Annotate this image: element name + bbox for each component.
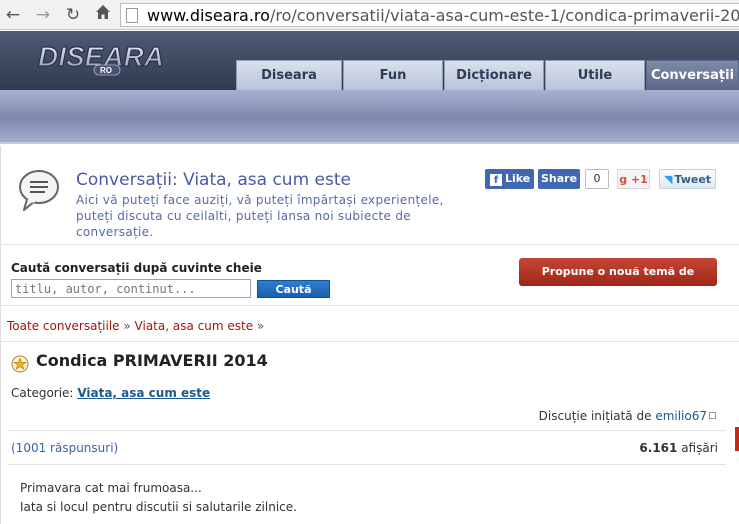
views-label: afișări — [681, 441, 718, 455]
topic-title: Condica PRIMAVERII 2014 — [36, 351, 268, 370]
breadcrumb-separator: » — [123, 319, 131, 333]
breadcrumb-separator: » — [256, 319, 265, 333]
started-label: Discuție inițiată de — [538, 409, 652, 423]
tweet-button[interactable]: ◥ Tweet — [659, 169, 716, 189]
facebook-icon: f — [490, 174, 502, 186]
category-link[interactable]: Viata, asa cum este — [77, 386, 210, 400]
replies-count[interactable]: (1001 răspunsuri) — [11, 441, 118, 455]
page-title: Conversații: Viata, asa cum este — [76, 170, 351, 190]
nav-tab-dictionare[interactable]: Dicționare — [444, 60, 544, 90]
divider — [0, 341, 739, 342]
address-bar[interactable]: www.diseara.ro/ro/conversatii/viata-asa-… — [120, 3, 739, 27]
propose-topic-button[interactable]: Propune o nouă temă de discuție — [519, 258, 717, 306]
nav-tab-diseara[interactable]: Diseara — [236, 60, 342, 90]
divider — [8, 430, 726, 431]
search-label: Caută conversații după cuvinte cheie — [11, 261, 262, 275]
reload-icon[interactable]: ↻ — [62, 4, 84, 26]
google-plus-button[interactable]: g +1 — [617, 169, 650, 189]
views-count: 6.161 afișări — [639, 441, 718, 455]
topic-category: Categorie: Viata, asa cum este — [11, 386, 210, 400]
nav-tab-fun[interactable]: Fun — [343, 60, 443, 90]
author-link[interactable]: emilio67 — [655, 409, 707, 423]
home-icon[interactable] — [92, 4, 114, 26]
svg-text:RO: RO — [100, 66, 112, 75]
post-text-line: Iata si locul pentru discutii si salutar… — [20, 500, 297, 514]
divider — [8, 464, 726, 465]
page-icon — [126, 8, 138, 23]
post-text-line: Primavara cat mai frumoasa... — [20, 481, 202, 495]
divider — [0, 305, 739, 306]
twitter-bird-icon: ◥ — [663, 173, 673, 186]
speech-bubble-icon — [18, 168, 60, 212]
forward-icon[interactable]: → — [32, 4, 54, 26]
divider — [0, 244, 739, 245]
back-icon[interactable]: ← — [2, 4, 24, 26]
page-description: Aici vă puteți face auziți, vă puteți îm… — [76, 193, 444, 239]
url-path: /ro/conversatii/viata-asa-cum-este-1/con… — [269, 6, 739, 25]
nav-tab-utile[interactable]: Utile — [545, 60, 645, 90]
nav-tab-conversatii[interactable]: Conversații — [646, 60, 739, 90]
gplus-label: +1 — [630, 173, 648, 186]
search-input[interactable] — [11, 279, 251, 298]
facebook-like-button[interactable]: f Like — [485, 169, 534, 189]
category-label: Categorie: — [11, 386, 74, 400]
share-count: 0 — [585, 169, 609, 189]
breadcrumb-category[interactable]: Viata, asa cum este — [135, 319, 254, 333]
site-logo[interactable]: DISEARA RO — [34, 40, 190, 77]
google-plus-icon: g — [619, 173, 628, 186]
breadcrumb: Toate conversațiile » Viata, asa cum est… — [7, 319, 264, 333]
url-domain: www.diseara.ro — [147, 6, 270, 25]
search-button[interactable]: Caută — [257, 280, 330, 298]
topic-started-by: Discuție inițiată de emilio67 — [539, 409, 716, 423]
tweet-label: Tweet — [674, 173, 712, 186]
side-tab[interactable] — [735, 427, 739, 451]
star-icon — [11, 355, 29, 373]
checkbox-icon — [709, 412, 716, 419]
browser-toolbar: ← → ↻ www.diseara.ro/ro/conversatii/viat… — [0, 0, 739, 30]
breadcrumb-all-conversations[interactable]: Toate conversațiile — [7, 319, 120, 333]
views-number: 6.161 — [639, 441, 678, 455]
like-label: Like — [505, 172, 531, 185]
header-banner — [0, 90, 739, 144]
facebook-share-button[interactable]: Share — [538, 169, 580, 189]
